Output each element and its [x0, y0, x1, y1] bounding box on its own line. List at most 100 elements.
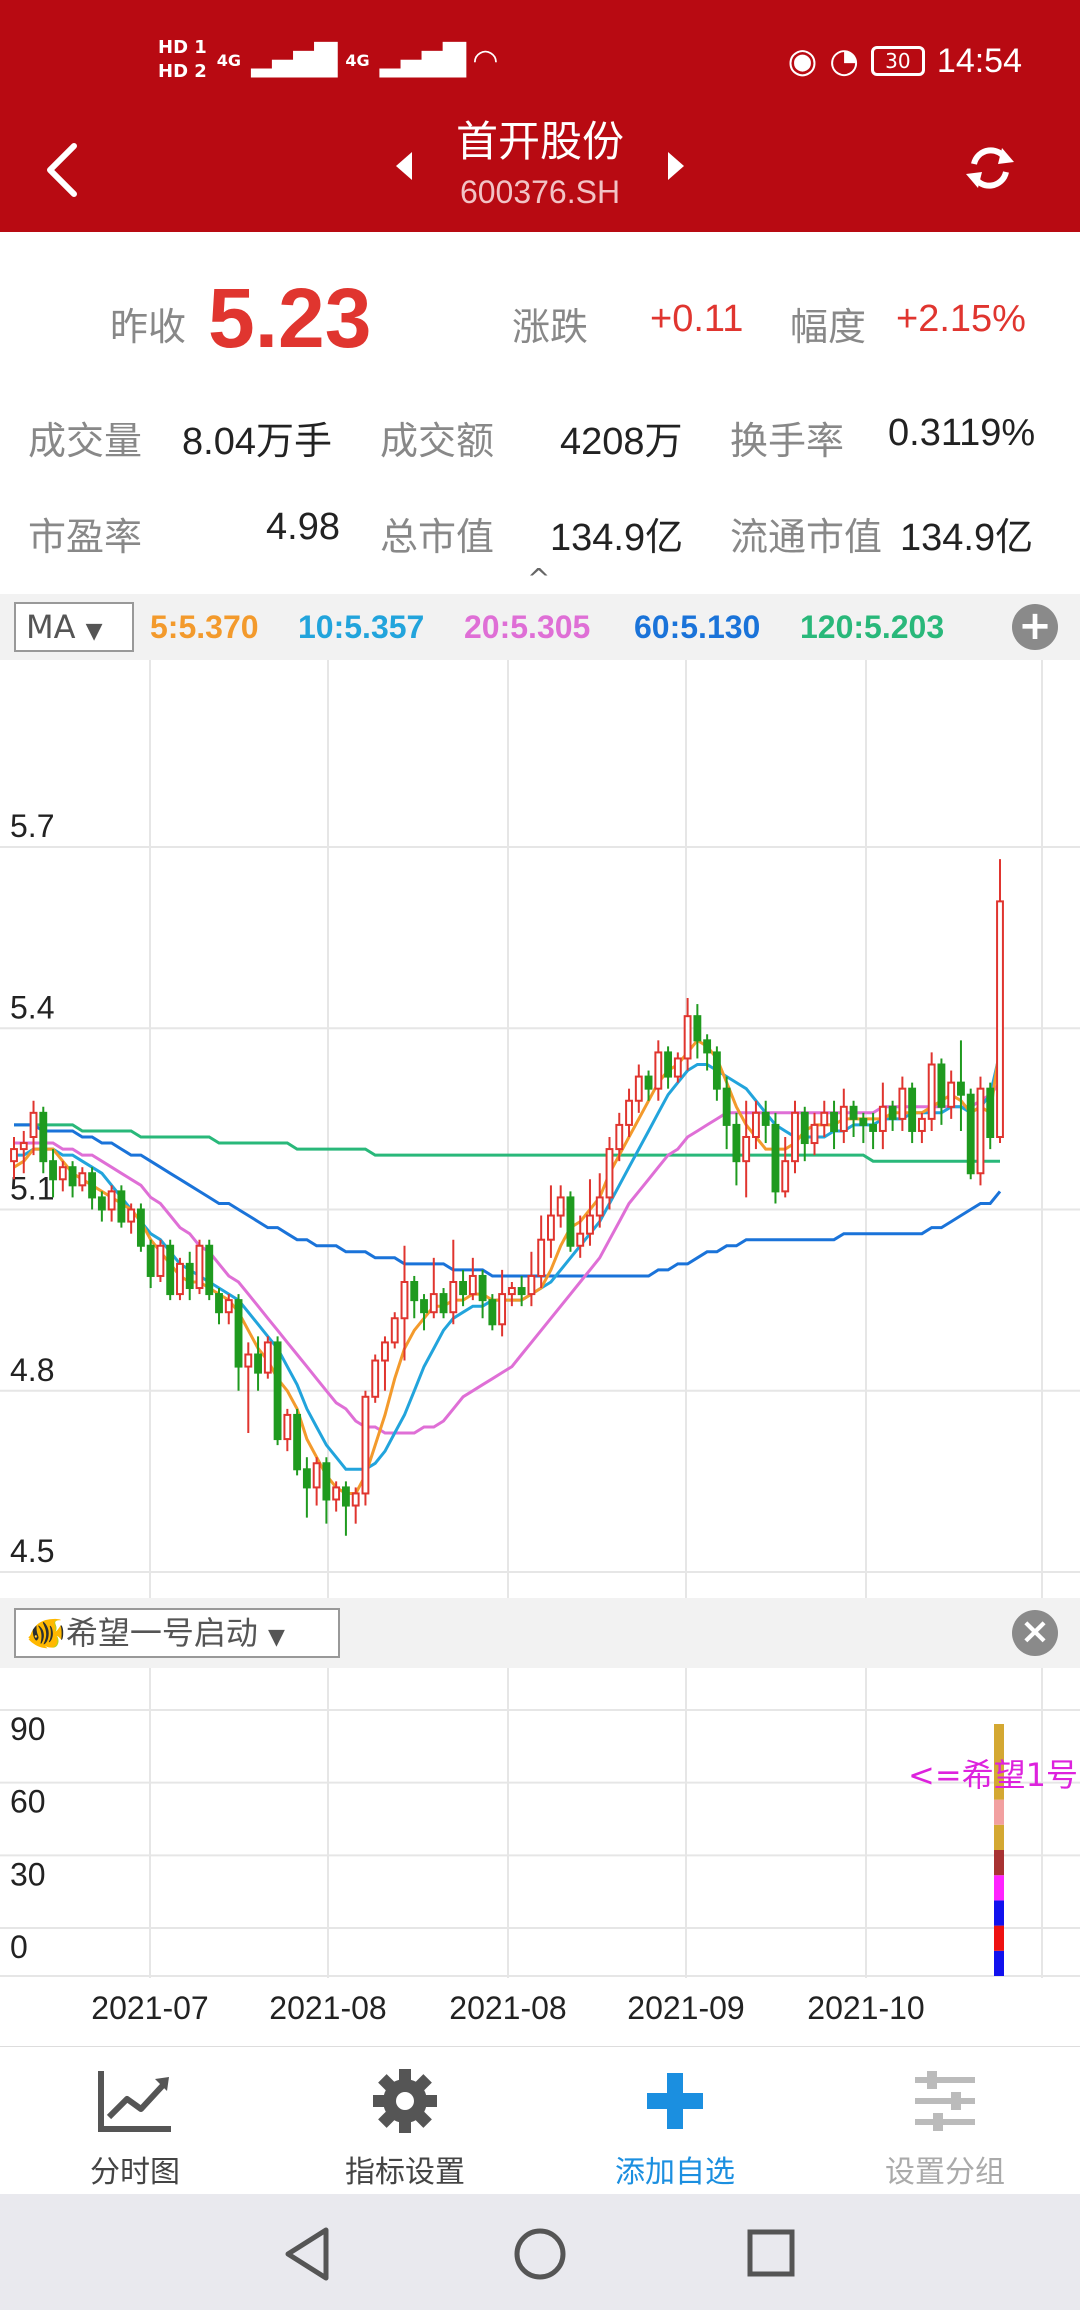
refresh-icon[interactable]	[962, 140, 1018, 196]
back-arrow-icon[interactable]	[40, 140, 84, 200]
indicator-bar-segment	[994, 1824, 1004, 1850]
y-tick-label: 4.8	[10, 1352, 54, 1388]
indicator-selector[interactable]: 🐠希望一号启动 ▼	[14, 1608, 340, 1658]
candle-body	[800, 1111, 809, 1145]
candle-body	[547, 1214, 555, 1241]
turnover-label: 换手率	[730, 419, 845, 463]
candle-body	[927, 1063, 936, 1120]
status-right: ◉ ◔ 30 14:54	[788, 36, 1022, 86]
candle-body	[205, 1244, 214, 1296]
candle-body	[254, 1353, 262, 1374]
indicator-bar-segment	[994, 1925, 1004, 1951]
candle-body	[107, 1190, 116, 1211]
net1-label: 4G	[216, 50, 242, 70]
battery-icon: 30	[870, 46, 925, 76]
group-settings-button[interactable]: 设置分组	[810, 2047, 1080, 2195]
candle-body	[888, 1105, 897, 1120]
candle-body	[527, 1274, 536, 1296]
candle-body	[361, 1395, 370, 1495]
add-indicator-icon[interactable]: +	[1012, 604, 1058, 650]
recents-square-icon[interactable]	[746, 2228, 796, 2278]
candle-body	[917, 1117, 926, 1132]
candle-body	[78, 1172, 87, 1187]
candle-body	[498, 1293, 507, 1326]
pe-label: 市盈率	[28, 515, 143, 559]
candle-body	[615, 1123, 624, 1151]
indicator-bar-segment	[994, 1850, 1004, 1876]
candle-body	[410, 1281, 419, 1302]
candle-body	[576, 1232, 585, 1247]
candle-body	[302, 1468, 311, 1489]
candle-body	[117, 1190, 126, 1223]
ma20-value: 20:5.305	[464, 609, 591, 645]
y-tick-label: 5.7	[10, 808, 54, 844]
hd-indicator: HD 1 HD 2	[158, 36, 207, 84]
kline-chart[interactable]: 5.7 5.4 5.1 4.8 4.5	[0, 660, 1080, 1598]
change-value: +0.11	[650, 298, 744, 340]
back-triangle-icon[interactable]	[282, 2226, 332, 2282]
eye-icon: ◉	[787, 41, 818, 81]
candle-body	[312, 1462, 321, 1489]
bottom-toolbar: 分时图 指标设置 添加自选 设置分组	[0, 2046, 1080, 2194]
candle-body	[468, 1274, 477, 1296]
collapse-caret-icon[interactable]: ^	[527, 562, 550, 595]
hd1-label: HD 1	[158, 37, 207, 58]
y-tick-label: 30	[10, 1856, 46, 1892]
quote-panel: 昨收 5.23 涨跌 +0.11 幅度 +2.15% 成交量 8.04万手 成交…	[0, 232, 1080, 595]
candle-body	[517, 1287, 526, 1296]
candle-body	[586, 1214, 594, 1235]
candle-body	[761, 1111, 770, 1126]
candle-body	[88, 1172, 97, 1199]
candle-body	[771, 1123, 780, 1193]
system-nav-bar	[0, 2194, 1080, 2310]
ma-selector[interactable]: MA ▼	[14, 602, 134, 652]
candle-body	[478, 1274, 487, 1302]
speed-icon: ◔	[829, 41, 859, 81]
y-tick-label: 0	[10, 1929, 28, 1965]
plus-icon	[647, 2073, 703, 2129]
candle-body	[400, 1281, 409, 1320]
wifi-icon: ◠	[473, 42, 497, 78]
candle-body	[273, 1341, 282, 1441]
y-tick-label: 5.4	[10, 989, 54, 1025]
y-tick-label: 90	[10, 1711, 46, 1747]
candle-body	[322, 1462, 331, 1501]
add-favorite-button[interactable]: 添加自选	[540, 2047, 810, 2195]
timeshare-label: 分时图	[90, 2155, 180, 2190]
candle-body	[966, 1093, 975, 1175]
candle-body	[215, 1293, 223, 1314]
candle-body	[234, 1299, 243, 1368]
candle-body	[244, 1353, 253, 1368]
candle-body	[351, 1492, 360, 1507]
candle-body	[429, 1293, 438, 1314]
close-indicator-icon[interactable]: ×	[1012, 1610, 1058, 1656]
candle-body	[976, 1087, 985, 1175]
candle-body	[146, 1244, 155, 1277]
indicator-bar-segment	[994, 1875, 1004, 1901]
candle-body	[683, 1015, 692, 1060]
candle-body	[664, 1051, 673, 1078]
candle-body	[68, 1166, 77, 1187]
hd2-label: HD 2	[158, 61, 207, 82]
y-tick-label: 5.1	[10, 1171, 54, 1207]
candle-body	[439, 1293, 448, 1314]
candle-body	[224, 1299, 233, 1314]
next-stock-icon[interactable]	[666, 150, 686, 182]
pe-value: 4.98	[266, 506, 340, 548]
amount-label: 成交额	[380, 419, 495, 463]
x-tick-label: 2021-08	[449, 1990, 567, 2026]
indicator-chart[interactable]: 90 60 30 0 <=希望1号	[0, 1668, 1080, 1978]
indicator-settings-button[interactable]: 指标设置	[270, 2047, 540, 2195]
candle-body	[605, 1148, 614, 1199]
candle-body	[791, 1111, 799, 1163]
candle-body	[898, 1087, 907, 1120]
home-circle-icon[interactable]	[512, 2226, 568, 2282]
candle-body	[19, 1142, 28, 1151]
candle-body	[859, 1117, 868, 1126]
mktcap-value: 134.9亿	[550, 517, 684, 559]
ma-bar: MA ▼ 5:5.370 10:5.357 20:5.305 60:5.130 …	[0, 594, 1080, 660]
candle-body	[332, 1486, 341, 1501]
candle-body	[908, 1087, 917, 1132]
timeshare-button[interactable]: 分时图	[0, 2047, 270, 2195]
candle-body	[185, 1262, 194, 1290]
